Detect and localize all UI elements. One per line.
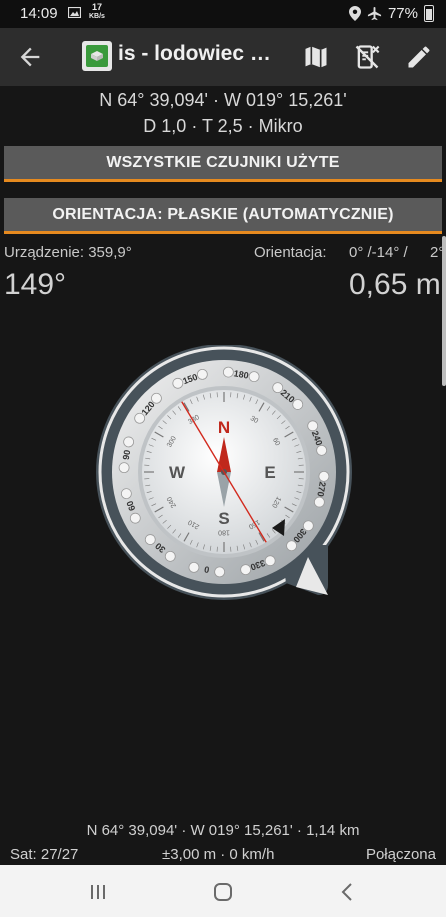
sensor-off-icon[interactable] (353, 43, 381, 71)
bezel-notch (144, 534, 156, 545)
compass: 0306090120150 180210240270300330 30601201… (96, 345, 352, 600)
bezel-notch (118, 462, 130, 474)
back-nav-icon[interactable] (336, 880, 360, 904)
page-title: is - lodowiec s… (118, 42, 278, 65)
cache-type-icon (82, 41, 112, 71)
cardinal-e: E (264, 463, 275, 482)
bezel-notch (264, 555, 276, 567)
bezel-notch (120, 488, 132, 500)
bezel-notch (172, 377, 184, 389)
status-right: 77% (348, 5, 434, 22)
orientation-button[interactable]: ORIENTACJA: PŁASKIE (AUTOMATYCZNIE) (4, 198, 442, 234)
cardinal-w: W (169, 463, 186, 482)
bezel-notch (316, 444, 328, 456)
current-position: N 64° 39,094' · W 019° 15,261' · 1,14 km (86, 822, 360, 839)
cardinal-s: S (218, 509, 229, 528)
bezel-notch (307, 420, 319, 432)
sensors-button[interactable]: WSZYSTKIE CZUJNIKI UŻYTE (4, 146, 442, 182)
bezel-notch (151, 392, 162, 404)
bezel-notch (164, 550, 176, 562)
accuracy-speed: ±3,00 m · 0 km/h (162, 846, 275, 863)
bezel-notch (188, 561, 200, 573)
net-speed: 17 KB/s (89, 3, 105, 21)
connection-status: Połączona (365, 846, 436, 863)
status-bar: 14:09 17 KB/s 77% (0, 0, 446, 28)
bezel-notch (292, 399, 304, 410)
face-label: 180 (218, 529, 230, 536)
app-bar: is - lodowiec s… (0, 28, 446, 86)
satellites: Sat: 27/27 (10, 846, 79, 863)
image-icon (68, 7, 81, 18)
net-speed-value: 17 (91, 2, 102, 12)
bezel-notch (318, 470, 330, 482)
orientation-value: 0° /-14° / (349, 244, 408, 261)
distance-value: 0,65 m (349, 268, 441, 301)
bezel-notch (248, 371, 260, 383)
airplane-icon (367, 6, 382, 21)
scrollbar[interactable] (442, 236, 446, 386)
device-heading-label: Urządzenie: 359,9° (4, 244, 132, 261)
bearing-value: 149° (4, 268, 67, 301)
battery-icon (424, 5, 434, 22)
cache-coordinates: N 64° 39,094' · W 019° 15,261' (99, 90, 347, 110)
map-icon[interactable] (302, 43, 330, 71)
system-nav-bar (0, 865, 446, 917)
bezel-notch (196, 368, 208, 380)
recents-icon[interactable] (86, 880, 110, 904)
bezel-notch (123, 436, 135, 448)
bezel-notch (222, 366, 234, 378)
bezel-label: 90 (121, 449, 133, 461)
status-time: 14:09 (20, 5, 58, 22)
bezel-notch (214, 566, 226, 578)
cardinal-n: N (218, 418, 230, 437)
net-speed-unit: KB/s (89, 13, 105, 20)
bezel-notch (240, 564, 252, 576)
bezel-notch (129, 512, 141, 524)
back-arrow-icon[interactable] (16, 43, 44, 71)
bezel-notch (313, 496, 325, 508)
home-icon[interactable] (211, 880, 235, 904)
location-icon (348, 6, 361, 21)
orientation-label: Orientacja: (254, 244, 327, 261)
battery-percent: 77% (387, 5, 418, 22)
edit-pencil-icon[interactable] (405, 43, 433, 71)
bezel-notch (286, 540, 297, 552)
cache-details: D 1,0 · T 2,5 · Mikro (143, 116, 303, 136)
